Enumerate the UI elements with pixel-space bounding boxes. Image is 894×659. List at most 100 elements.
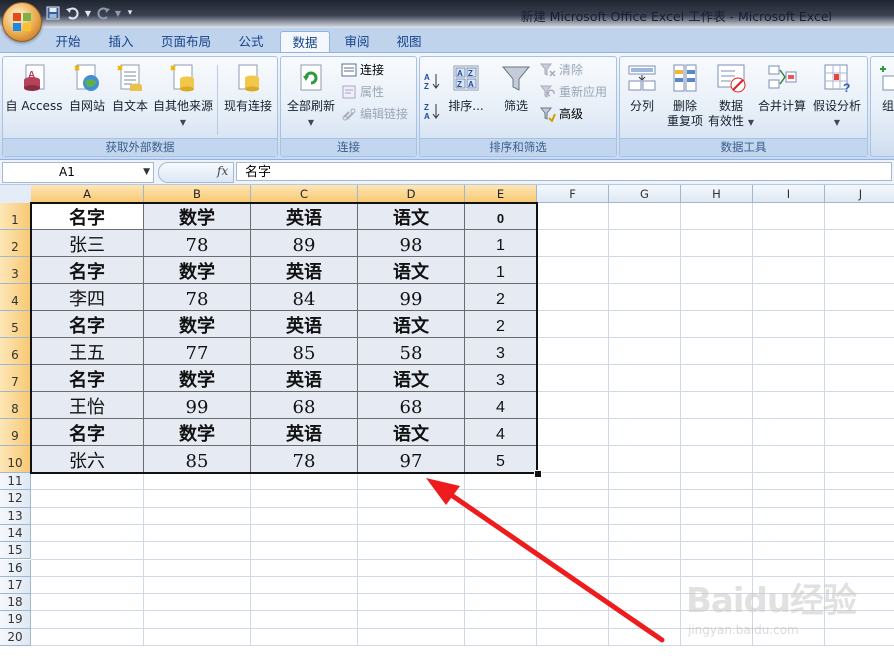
- tab-view[interactable]: 视图: [386, 31, 432, 52]
- cell-E5[interactable]: 2: [465, 311, 537, 338]
- cell-A6[interactable]: 王五: [31, 338, 144, 365]
- cell-A1[interactable]: 名字: [31, 203, 144, 230]
- advanced-filter-button[interactable]: 高级: [540, 104, 583, 124]
- undo-dropdown-icon[interactable]: ▼: [84, 4, 92, 22]
- undo-icon[interactable]: [64, 4, 82, 22]
- chevron-down-icon[interactable]: ▼: [143, 163, 150, 182]
- data-validation-button[interactable]: 数据 有效性 ▼: [708, 59, 754, 130]
- column-header-I[interactable]: I: [753, 185, 825, 203]
- cell-C5[interactable]: 英语: [251, 311, 358, 338]
- cell-D6[interactable]: 58: [358, 338, 465, 365]
- cell-B3[interactable]: 数学: [144, 257, 251, 284]
- row-header-12[interactable]: 12: [0, 490, 31, 508]
- column-header-H[interactable]: H: [681, 185, 753, 203]
- row-header-6[interactable]: 6: [0, 338, 31, 365]
- row-header-18[interactable]: 18: [0, 594, 31, 612]
- column-header-D[interactable]: D: [358, 185, 465, 203]
- cell-B7[interactable]: 数学: [144, 365, 251, 392]
- connections-button[interactable]: 连接: [341, 60, 384, 80]
- cell-C8[interactable]: 68: [251, 392, 358, 419]
- tab-data[interactable]: 数据: [280, 31, 330, 53]
- row-header-11[interactable]: 11: [0, 473, 31, 491]
- row-header-8[interactable]: 8: [0, 392, 31, 419]
- row-header-3[interactable]: 3: [0, 257, 31, 284]
- cell-C6[interactable]: 85: [251, 338, 358, 365]
- cell-A7[interactable]: 名字: [31, 365, 144, 392]
- cell-B1[interactable]: 数学: [144, 203, 251, 230]
- column-header-J[interactable]: J: [825, 185, 894, 203]
- insert-function-icon[interactable]: fx: [217, 164, 228, 178]
- column-header-G[interactable]: G: [609, 185, 681, 203]
- cell-E7[interactable]: 3: [465, 365, 537, 392]
- cell-B9[interactable]: 数学: [144, 419, 251, 446]
- tab-formulas[interactable]: 公式: [228, 31, 274, 52]
- tab-insert[interactable]: 插入: [98, 31, 144, 52]
- cell-A8[interactable]: 王怡: [31, 392, 144, 419]
- sort-button[interactable]: A Z Z A 排序...: [446, 59, 486, 114]
- row-header-14[interactable]: 14: [0, 524, 31, 543]
- cell-D2[interactable]: 98: [358, 230, 465, 257]
- select-all-corner[interactable]: [0, 185, 32, 204]
- consolidate-button[interactable]: 合并计算: [756, 59, 808, 114]
- fill-handle[interactable]: [534, 470, 542, 478]
- cell-E3[interactable]: 1: [465, 257, 537, 284]
- cell-E2[interactable]: 1: [465, 230, 537, 257]
- group-button[interactable]: 组: [873, 59, 894, 114]
- cell-D1[interactable]: 语文: [358, 203, 465, 230]
- cell-A2[interactable]: 张三: [31, 230, 144, 257]
- from-web-button[interactable]: 自网站: [65, 59, 109, 114]
- cell-C3[interactable]: 英语: [251, 257, 358, 284]
- clear-filter-button[interactable]: 清除: [540, 60, 583, 80]
- row-header-1[interactable]: 1: [0, 203, 31, 230]
- cell-E4[interactable]: 2: [465, 284, 537, 311]
- cell-E1[interactable]: 0: [465, 203, 537, 230]
- text-to-columns-button[interactable]: 分列: [622, 59, 662, 114]
- cell-D7[interactable]: 语文: [358, 365, 465, 392]
- row-header-19[interactable]: 19: [0, 611, 31, 629]
- sort-za-button[interactable]: ZA: [424, 101, 440, 121]
- cell-B5[interactable]: 数学: [144, 311, 251, 338]
- tab-home[interactable]: 开始: [44, 31, 92, 52]
- cell-A9[interactable]: 名字: [31, 419, 144, 446]
- row-header-4[interactable]: 4: [0, 284, 31, 311]
- filter-button[interactable]: 筛选: [496, 59, 536, 114]
- row-header-9[interactable]: 9: [0, 419, 31, 446]
- cell-E9[interactable]: 4: [465, 419, 537, 446]
- cell-C1[interactable]: 英语: [251, 203, 358, 230]
- existing-connections-button[interactable]: 现有连接: [221, 59, 275, 114]
- cell-C9[interactable]: 英语: [251, 419, 358, 446]
- row-header-20[interactable]: 20: [0, 628, 31, 646]
- reapply-button[interactable]: 重新应用: [540, 82, 607, 102]
- column-header-F[interactable]: F: [537, 185, 609, 203]
- tab-review[interactable]: 审阅: [334, 31, 380, 52]
- row-header-15[interactable]: 15: [0, 542, 31, 560]
- cell-B4[interactable]: 78: [144, 284, 251, 311]
- row-header-13[interactable]: 13: [0, 507, 31, 525]
- refresh-all-button[interactable]: 全部刷新 ▼: [283, 59, 339, 128]
- cell-E6[interactable]: 3: [465, 338, 537, 365]
- sort-az-button[interactable]: AZ: [424, 71, 440, 91]
- properties-button[interactable]: 属性: [341, 82, 384, 102]
- office-button[interactable]: [2, 2, 42, 42]
- cell-C7[interactable]: 英语: [251, 365, 358, 392]
- cell-D4[interactable]: 99: [358, 284, 465, 311]
- cell-D5[interactable]: 语文: [358, 311, 465, 338]
- cell-C2[interactable]: 89: [251, 230, 358, 257]
- row-header-7[interactable]: 7: [0, 365, 31, 392]
- cell-D10[interactable]: 97: [358, 446, 465, 473]
- formula-input[interactable]: 名字: [236, 162, 892, 181]
- cell-A5[interactable]: 名字: [31, 311, 144, 338]
- save-icon[interactable]: [44, 4, 62, 22]
- cell-C10[interactable]: 78: [251, 446, 358, 473]
- cell-E10[interactable]: 5: [465, 446, 537, 473]
- row-header-5[interactable]: 5: [0, 311, 31, 338]
- cell-E8[interactable]: 4: [465, 392, 537, 419]
- column-header-C[interactable]: C: [251, 185, 358, 203]
- column-header-A[interactable]: A: [31, 185, 144, 203]
- row-header-17[interactable]: 17: [0, 576, 31, 595]
- row-header-10[interactable]: 10: [0, 446, 31, 473]
- remove-duplicates-button[interactable]: 删除 重复项: [664, 59, 706, 129]
- edit-links-button[interactable]: 编辑链接: [341, 104, 408, 124]
- cell-C4[interactable]: 84: [251, 284, 358, 311]
- name-box[interactable]: A1 ▼: [2, 162, 154, 183]
